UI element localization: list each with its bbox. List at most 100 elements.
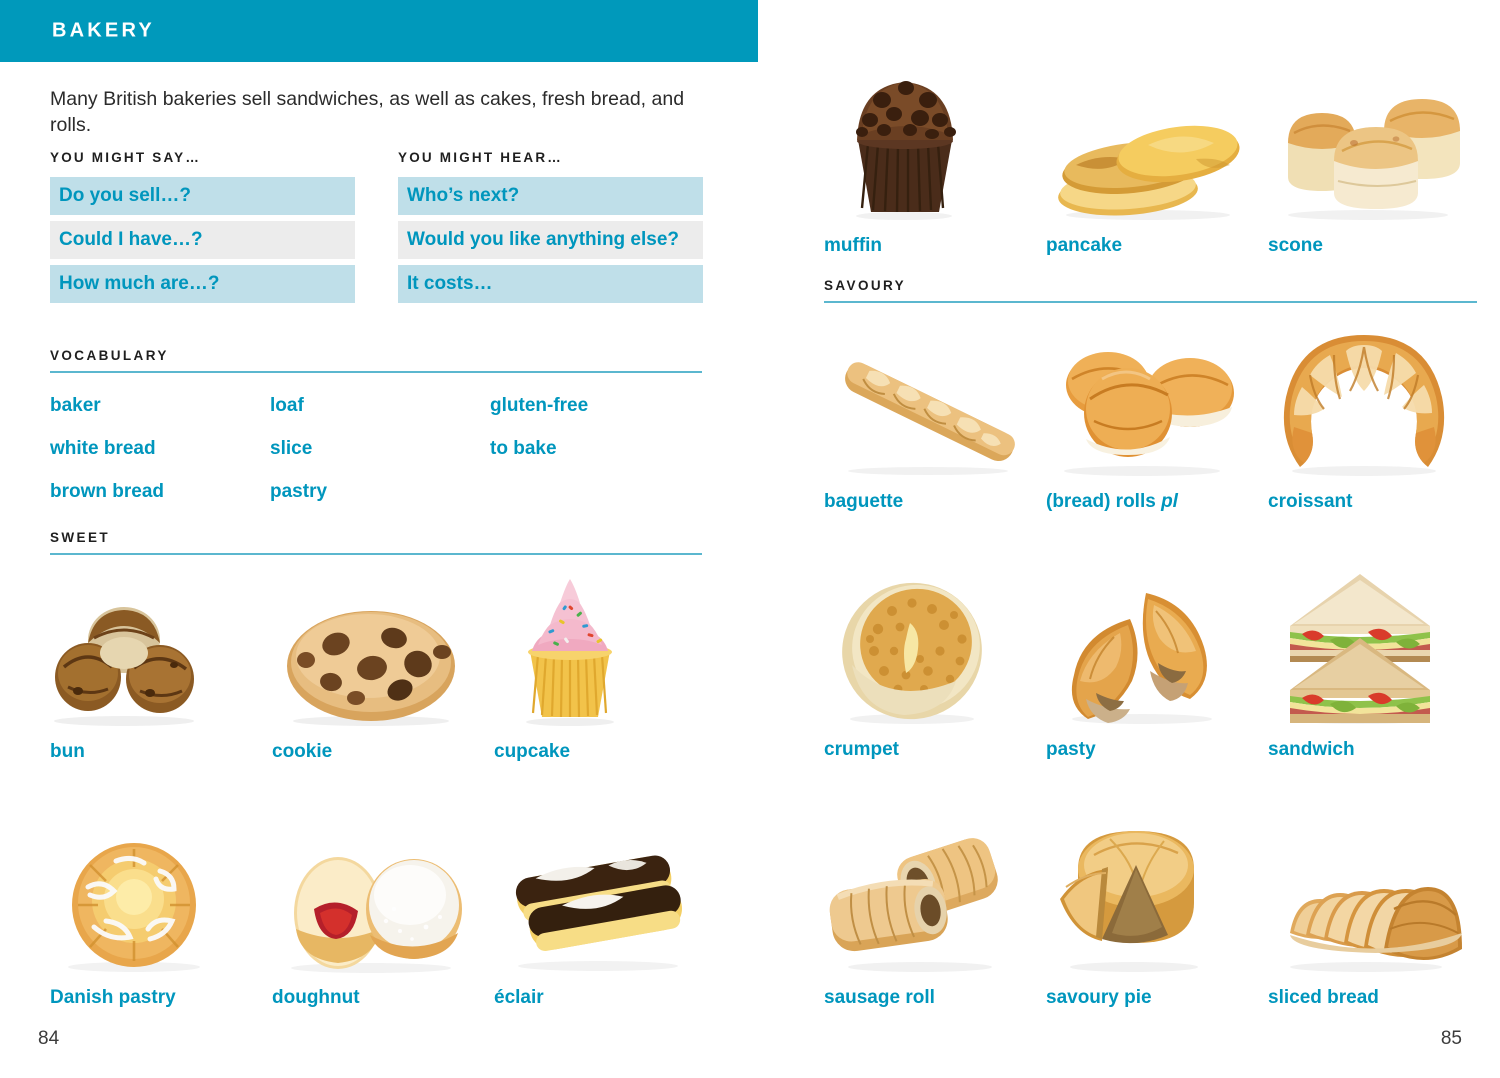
vocab-word: baker — [50, 395, 101, 416]
pasty-icon — [1046, 570, 1268, 725]
vocab-word: brown bread — [50, 481, 165, 502]
crumpet-icon — [824, 570, 1046, 725]
sweet-row-0: muffin pancake scone — [824, 66, 1490, 257]
item-label: doughnut — [272, 987, 360, 1008]
page-left: BAKERY Many British bakeries sell sandwi… — [0, 0, 760, 1078]
sliced-bread-icon — [1268, 818, 1490, 973]
item-eclair: éclair — [494, 818, 716, 1009]
bread-rolls-icon — [1046, 322, 1268, 477]
pancake-icon — [1046, 66, 1268, 221]
vocab-word — [490, 470, 710, 513]
vocabulary-heading: VOCABULARY — [50, 348, 169, 363]
page-number-right: 85 — [1440, 1028, 1462, 1049]
baguette-icon — [824, 322, 1046, 477]
item-sliced-bread: sliced bread — [1268, 818, 1490, 1009]
item-croissant: croissant — [1268, 322, 1490, 513]
item-cookie: cookie — [272, 572, 494, 763]
vocabulary-row: baker loaf gluten-free — [50, 384, 710, 427]
phrase-say-3: How much are…? — [50, 265, 355, 303]
sweet-row-2: Danish pastry doughnut éclair — [50, 818, 716, 1009]
vocab-word: loaf — [270, 395, 304, 416]
sandwich-icon — [1268, 570, 1490, 725]
item-label: sausage roll — [824, 987, 935, 1008]
item-sausage-roll: sausage roll — [824, 818, 1046, 1009]
savoury-pie-icon — [1046, 818, 1268, 973]
item-label: éclair — [494, 987, 544, 1008]
item-doughnut: doughnut — [272, 818, 494, 1009]
item-pasty: pasty — [1046, 570, 1268, 761]
page-right: muffin pancake scone SAVOURY baguette (b… — [760, 0, 1500, 1078]
savoury-rule — [824, 301, 1477, 303]
item-label: (bread) rolls pl — [1046, 491, 1268, 513]
bun-icon — [50, 572, 272, 727]
vocab-word: white bread — [50, 438, 156, 459]
doughnut-icon — [272, 818, 494, 973]
item-label: sliced bread — [1268, 987, 1379, 1008]
phrase-hear-1: Who’s next? — [398, 177, 703, 215]
item-label: crumpet — [824, 739, 899, 760]
item-label-text: (bread) rolls — [1046, 491, 1162, 512]
eclair-icon — [494, 818, 716, 973]
item-label: pasty — [1046, 739, 1096, 760]
phrases-say-heading: YOU MIGHT SAY… — [50, 150, 202, 165]
vocab-word: gluten-free — [490, 395, 589, 416]
item-label: sandwich — [1268, 739, 1355, 760]
phrase-hear-3: It costs… — [398, 265, 703, 303]
item-bread-rolls: (bread) rolls pl — [1046, 322, 1268, 513]
item-label: muffin — [824, 235, 883, 256]
phrase-say-2: Could I have…? — [50, 221, 355, 259]
item-label: Danish pastry — [50, 987, 176, 1008]
vocabulary-row: white bread slice to bake — [50, 427, 710, 470]
page-number-left: 84 — [38, 1028, 60, 1049]
item-label: cupcake — [494, 741, 571, 762]
phrase-say-1: Do you sell…? — [50, 177, 355, 215]
sweet-heading: SWEET — [50, 530, 111, 545]
item-bun: bun — [50, 572, 272, 763]
page-title: BAKERY — [52, 19, 155, 42]
vocabulary-row: brown bread pastry — [50, 470, 710, 513]
item-label: bun — [50, 741, 85, 762]
phrases-hear-heading: YOU MIGHT HEAR… — [398, 150, 564, 165]
item-label: croissant — [1268, 491, 1353, 512]
item-crumpet: crumpet — [824, 570, 1046, 761]
savoury-row-3: sausage roll savoury pie sliced bread — [824, 818, 1490, 1009]
savoury-section-header: SAVOURY — [824, 278, 1477, 303]
savoury-row-2: crumpet pasty sandwich — [824, 570, 1490, 761]
sweet-row-1: bun cookie cupcake — [50, 572, 716, 763]
item-sandwich: sandwich — [1268, 570, 1490, 761]
item-savoury-pie: savoury pie — [1046, 818, 1268, 1009]
vocab-word: slice — [270, 438, 313, 459]
vocabulary-rule — [50, 371, 702, 373]
intro-paragraph: Many British bakeries sell sandwiches, a… — [50, 88, 685, 137]
vocab-word: to bake — [490, 438, 557, 459]
item-label: baguette — [824, 491, 904, 512]
phrases-you-might-say: YOU MIGHT SAY… Do you sell…? Could I hav… — [50, 150, 355, 309]
item-label: pancake — [1046, 235, 1123, 256]
item-label-grammar: pl — [1161, 491, 1178, 512]
item-label: cookie — [272, 741, 333, 762]
section-banner: BAKERY — [0, 0, 758, 62]
item-danish-pastry: Danish pastry — [50, 818, 272, 1009]
item-baguette: baguette — [824, 322, 1046, 513]
danish-pastry-icon — [50, 818, 272, 973]
sweet-section-header: SWEET — [50, 530, 702, 555]
item-label: scone — [1268, 235, 1323, 256]
savoury-heading: SAVOURY — [824, 278, 907, 293]
vocabulary-section-header: VOCABULARY — [50, 348, 702, 373]
sausage-roll-icon — [824, 818, 1046, 973]
phrase-hear-2: Would you like anything else? — [398, 221, 703, 259]
muffin-icon — [824, 66, 1046, 221]
item-scone: scone — [1268, 66, 1490, 257]
scone-icon — [1268, 66, 1490, 221]
item-muffin: muffin — [824, 66, 1046, 257]
cupcake-icon — [494, 572, 716, 727]
item-label: savoury pie — [1046, 987, 1152, 1008]
vocab-word: pastry — [270, 481, 328, 502]
croissant-icon — [1268, 322, 1490, 477]
item-cupcake: cupcake — [494, 572, 716, 763]
phrases-you-might-hear: YOU MIGHT HEAR… Who’s next? Would you li… — [398, 150, 703, 309]
vocabulary-grid: baker loaf gluten-free white bread slice… — [50, 384, 710, 513]
book-spread: BAKERY Many British bakeries sell sandwi… — [0, 0, 1500, 1078]
cookie-icon — [272, 572, 494, 727]
sweet-rule — [50, 553, 702, 555]
